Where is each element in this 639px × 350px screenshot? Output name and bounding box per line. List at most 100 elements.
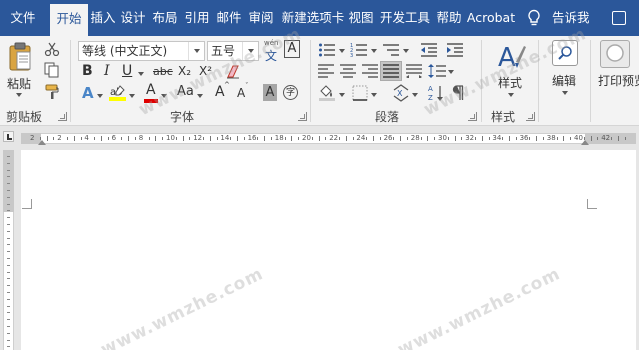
styles-dropdown-icon[interactable] xyxy=(508,93,514,97)
tab-references[interactable]: 引用 xyxy=(182,0,212,36)
ruler-tick xyxy=(461,137,463,140)
font-name-combo[interactable]: 等线 (中文正文) xyxy=(78,41,205,61)
bullets-dropdown-icon[interactable] xyxy=(339,49,345,53)
bold-button[interactable]: B xyxy=(82,63,93,79)
change-case-dropdown-icon[interactable] xyxy=(197,94,203,98)
ruler-number: 24 xyxy=(356,134,366,142)
ruler-tick xyxy=(80,137,82,140)
tab-acrobat[interactable]: Acrobat xyxy=(466,0,516,36)
multilevel-dropdown-icon[interactable] xyxy=(403,49,409,53)
align-center-icon[interactable] xyxy=(340,64,356,78)
vertical-ruler-tick xyxy=(7,319,10,321)
increase-indent-icon[interactable] xyxy=(446,42,464,58)
shrink-font-button[interactable]: A xyxy=(237,86,245,100)
cut-icon[interactable] xyxy=(44,42,60,56)
paragraph-launcher-icon[interactable] xyxy=(468,112,477,121)
ruler-tick xyxy=(427,136,429,141)
bullets-icon[interactable] xyxy=(318,42,336,58)
ruler-tick xyxy=(128,136,130,141)
separator xyxy=(70,40,71,122)
ruler-number: 32 xyxy=(465,134,475,142)
tab-file[interactable]: 文件 xyxy=(0,0,46,36)
decrease-indent-icon[interactable] xyxy=(420,42,438,58)
document-page[interactable] xyxy=(21,150,636,350)
highlight-dropdown-icon[interactable] xyxy=(129,94,135,98)
text-effects-button[interactable]: A xyxy=(82,84,94,102)
distributed-icon[interactable] xyxy=(406,64,422,78)
highlight-icon[interactable]: ab xyxy=(108,84,128,102)
font-launcher-icon[interactable] xyxy=(298,112,307,121)
ruler-tick xyxy=(182,136,184,141)
paste-label[interactable]: 粘贴 xyxy=(7,75,31,92)
chinese-layout-icon[interactable]: X xyxy=(392,84,410,102)
tab-design[interactable]: 设计 xyxy=(118,0,148,36)
strikethrough-button[interactable]: abc xyxy=(153,65,173,78)
font-name-value: 等线 (中文正文) xyxy=(82,44,168,58)
vertical-ruler-tick xyxy=(7,346,10,348)
tab-mailings[interactable]: 邮件 xyxy=(214,0,244,36)
shading-dropdown-icon[interactable] xyxy=(339,93,345,97)
ruler-number: 4 xyxy=(84,134,89,142)
ruler-tick xyxy=(318,136,320,141)
tab-insert[interactable]: 插入 xyxy=(88,0,118,36)
ruler-tick xyxy=(570,137,572,140)
ruler-tick xyxy=(155,136,157,141)
shading-icon[interactable] xyxy=(318,85,336,101)
ruler-tick xyxy=(175,137,177,140)
tab-home[interactable]: 开始 xyxy=(50,4,88,36)
lightbulb-icon[interactable] xyxy=(526,9,542,27)
chevron-down-icon[interactable] xyxy=(188,42,204,60)
align-left-icon[interactable] xyxy=(318,64,334,78)
borders-icon[interactable] xyxy=(352,85,368,101)
ruler-tick xyxy=(237,136,238,141)
vertical-ruler-tick xyxy=(7,217,10,219)
tab-help[interactable]: 帮助 xyxy=(434,0,464,36)
right-indent-marker[interactable] xyxy=(581,140,589,145)
borders-dropdown-icon[interactable] xyxy=(371,93,377,97)
italic-button[interactable]: I xyxy=(104,63,110,79)
ruler-tick xyxy=(590,136,592,141)
vertical-ruler-tick xyxy=(7,183,10,185)
editing-label[interactable]: 编辑 xyxy=(552,72,576,89)
tab-view[interactable]: 视图 xyxy=(346,0,376,36)
left-indent-marker[interactable] xyxy=(38,140,46,145)
tab-review[interactable]: 审阅 xyxy=(246,0,276,36)
line-spacing-dropdown-icon[interactable] xyxy=(448,70,454,74)
editing-dropdown-icon[interactable] xyxy=(562,91,568,95)
ruler-tick xyxy=(67,137,68,140)
share-icon[interactable] xyxy=(612,11,626,25)
align-right-icon[interactable] xyxy=(362,64,378,78)
enclose-characters-button[interactable]: 字 xyxy=(283,85,298,100)
clipboard-launcher-icon[interactable] xyxy=(58,112,67,121)
line-spacing-icon[interactable] xyxy=(428,63,446,79)
ruler-tick xyxy=(107,137,109,140)
ruler-number: 12 xyxy=(193,134,203,142)
vertical-ruler-tick xyxy=(7,285,10,287)
underline-dropdown-icon[interactable] xyxy=(138,72,144,76)
ruler-tick xyxy=(345,136,347,141)
text-effects-dropdown-icon[interactable] xyxy=(97,94,103,98)
paste-icon[interactable] xyxy=(8,41,32,71)
numbering-icon[interactable]: 123 xyxy=(350,42,368,58)
underline-button[interactable]: U xyxy=(122,63,132,79)
numbering-dropdown-icon[interactable] xyxy=(371,49,377,53)
ruler-tick xyxy=(325,137,327,140)
vertical-ruler-tick xyxy=(7,203,10,205)
chinese-layout-dropdown-icon[interactable] xyxy=(412,93,418,97)
print-preview-icon[interactable] xyxy=(604,42,626,64)
copy-icon[interactable] xyxy=(44,62,60,78)
ruler-tick xyxy=(502,137,504,140)
ruler-tick xyxy=(216,137,218,140)
paste-dropdown-icon[interactable] xyxy=(16,93,22,97)
multilevel-list-icon[interactable] xyxy=(382,42,400,58)
tab-layout[interactable]: 布局 xyxy=(150,0,180,36)
format-painter-icon[interactable] xyxy=(44,84,60,100)
justify-icon[interactable] xyxy=(383,64,399,78)
ruler-tick xyxy=(475,137,476,140)
character-shading-button[interactable]: A xyxy=(263,84,277,101)
print-preview-label[interactable]: 打印预览 xyxy=(598,72,639,89)
tab-selector-icon[interactable] xyxy=(3,131,14,142)
styles-launcher-icon[interactable] xyxy=(526,112,535,121)
tab-developer[interactable]: 开发工具 xyxy=(378,0,432,36)
ruler-tick xyxy=(148,137,150,140)
